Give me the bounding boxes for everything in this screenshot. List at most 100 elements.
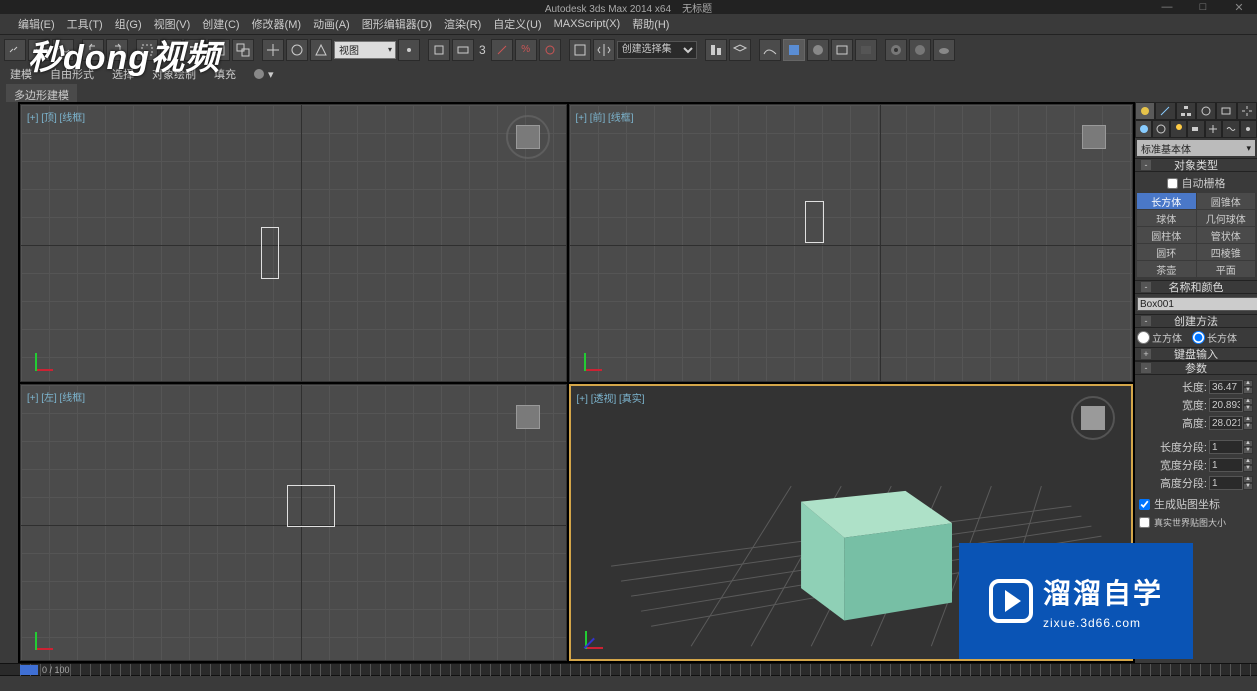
viewport-perspective[interactable]: [+] [透视] [真实] [569,384,1134,662]
gen-map-coords-checkbox[interactable] [1139,499,1150,510]
mirror-button[interactable] [593,39,615,61]
viewport-plus[interactable]: [+] [576,113,587,124]
utilities-tab[interactable] [1237,102,1257,120]
time-slider-handle[interactable] [20,665,38,675]
create-method-box-radio[interactable] [1192,331,1205,344]
autogrid-checkbox[interactable] [1167,178,1178,189]
window-crossing-button[interactable] [232,39,254,61]
menu-group[interactable]: 组(G) [115,16,142,32]
length-input[interactable] [1209,380,1243,394]
pivot-center-button[interactable] [398,39,420,61]
minimize-button[interactable]: — [1149,0,1185,14]
viewport-name[interactable]: [顶] [41,113,57,124]
maximize-button[interactable]: □ [1185,0,1221,14]
layers-button[interactable] [729,39,751,61]
spinner-up[interactable]: ▲ [1243,416,1253,423]
unlink-button[interactable] [28,39,50,61]
ribbon-object-paint[interactable]: 对象绘制 [152,66,196,82]
rollout-params[interactable]: - 参数 [1135,361,1257,375]
primitive-cone[interactable]: 圆锥体 [1197,193,1256,209]
menu-view[interactable]: 视图(V) [154,16,191,32]
viewport-plus[interactable]: [+] [27,393,38,404]
viewport-mode[interactable]: [线框] [60,393,86,404]
collapse-icon[interactable]: - [1141,316,1151,326]
viewcube[interactable] [1071,396,1115,440]
primitive-box[interactable]: 长方体 [1137,193,1196,209]
width-input[interactable] [1209,398,1243,412]
rollout-create-method[interactable]: - 创建方法 [1135,314,1257,328]
category-dropdown[interactable]: 标准基本体 [1137,140,1255,156]
select-filter-button[interactable] [136,39,158,61]
redo-button[interactable] [106,39,128,61]
viewport-mode[interactable]: [线框] [608,113,634,124]
lseg-input[interactable] [1209,440,1243,454]
render-production-button[interactable] [885,39,907,61]
collapse-icon[interactable]: - [1141,160,1151,170]
viewport-top[interactable]: [+] [顶] [线框] [20,104,567,382]
viewport-mode[interactable]: [线框] [60,113,86,124]
select-and-scale-button[interactable] [310,39,332,61]
rollout-object-type[interactable]: - 对象类型 [1135,158,1257,172]
viewcube[interactable] [506,115,550,159]
select-and-move-button[interactable] [262,39,284,61]
primitive-tube[interactable]: 管状体 [1197,227,1256,243]
menu-modifiers[interactable]: 修改器(M) [252,16,302,32]
primitive-torus[interactable]: 圆环 [1137,244,1196,260]
viewcube[interactable] [1072,115,1116,159]
menu-maxscript[interactable]: MAXScript(X) [554,18,621,30]
keyboard-shortcut-toggle-button[interactable] [452,39,474,61]
viewport-plus[interactable]: [+] [27,113,38,124]
angle-snap-button[interactable] [491,39,513,61]
menu-edit[interactable]: 编辑(E) [18,16,55,32]
motion-tab[interactable] [1196,102,1216,120]
height-input[interactable] [1209,416,1243,430]
spinner-up[interactable]: ▲ [1243,458,1253,465]
rollout-keyboard-entry[interactable]: + 键盘输入 [1135,347,1257,361]
modify-tab[interactable] [1155,102,1175,120]
primitive-sphere[interactable]: 球体 [1137,210,1196,226]
primitive-teapot[interactable]: 茶壶 [1137,261,1196,277]
ribbon-selection[interactable]: 选择 [112,66,134,82]
ribbon-modeling[interactable]: 建模 [10,66,32,82]
percent-snap-button[interactable]: % [515,39,537,61]
helpers-subtab[interactable] [1205,120,1222,138]
edit-named-selections-button[interactable] [569,39,591,61]
cameras-subtab[interactable] [1187,120,1204,138]
collapse-icon[interactable]: - [1141,363,1151,373]
selection-set-dropdown[interactable]: 创建选择集 [617,41,697,59]
create-method-cube-radio[interactable] [1137,331,1150,344]
menu-graph-editors[interactable]: 图形编辑器(D) [362,16,432,32]
curve-editor-button[interactable] [759,39,781,61]
select-region-button[interactable] [208,39,230,61]
viewport-mode[interactable]: [真实] [619,394,645,405]
render-setup-button[interactable] [831,39,853,61]
primitive-pyramid[interactable]: 四棱锥 [1197,244,1256,260]
viewport-name[interactable]: [左] [41,393,57,404]
ribbon-populate[interactable]: 填充 [214,66,236,82]
spinner-down[interactable]: ▼ [1243,447,1253,454]
hierarchy-tab[interactable] [1176,102,1196,120]
primitive-geosphere[interactable]: 几何球体 [1197,210,1256,226]
render-iterative-button[interactable] [909,39,931,61]
lights-subtab[interactable] [1170,120,1187,138]
time-slider[interactable]: 0 / 100 [0,663,1257,675]
spinner-down[interactable]: ▼ [1243,465,1253,472]
systems-subtab[interactable] [1240,120,1257,138]
viewcube[interactable] [506,395,550,439]
box-wire-top[interactable] [261,227,279,279]
spinner-up[interactable]: ▲ [1243,398,1253,405]
viewport-name[interactable]: [透视] [591,394,617,405]
spinner-up[interactable]: ▲ [1243,476,1253,483]
link-button[interactable] [4,39,26,61]
shapes-subtab[interactable] [1152,120,1169,138]
render-teapot-button[interactable] [933,39,955,61]
viewport-left[interactable]: [+] [左] [线框] [20,384,567,662]
box-wire-left[interactable] [287,485,335,527]
viewport-name[interactable]: [前] [590,113,606,124]
select-and-manipulate-button[interactable] [428,39,450,61]
wseg-input[interactable] [1209,458,1243,472]
select-by-name-button[interactable] [184,39,206,61]
ribbon-freeform[interactable]: 自由形式 [50,66,94,82]
menu-render[interactable]: 渲染(R) [444,16,481,32]
real-world-map-checkbox[interactable] [1139,517,1150,528]
